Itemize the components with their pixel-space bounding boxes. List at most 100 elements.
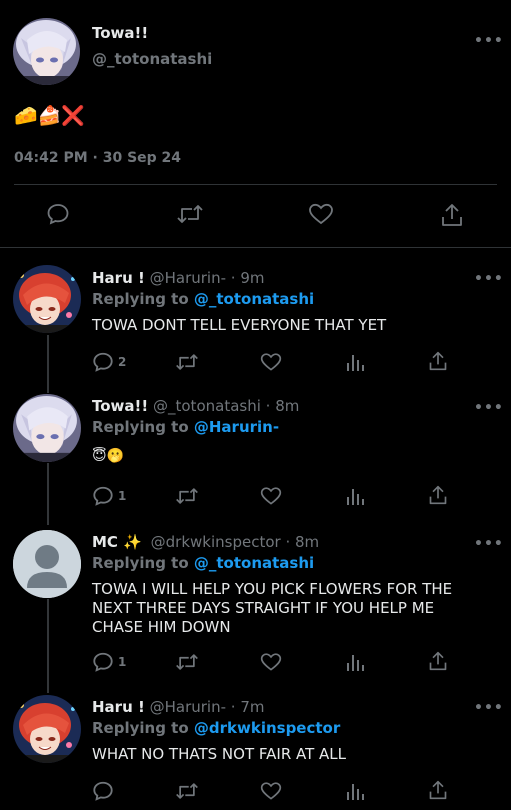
analytics-button[interactable] xyxy=(345,351,365,373)
reply-body: TOWA I WILL HELP YOU PICK FLOWERS FOR TH… xyxy=(92,580,452,637)
tweet-body: 🧀🍰❌ xyxy=(14,105,85,127)
like-button[interactable] xyxy=(308,202,334,226)
reply-time[interactable]: 8m xyxy=(295,533,319,551)
reply-button[interactable] xyxy=(46,202,70,226)
reply-display-name[interactable]: Haru ! xyxy=(92,269,145,287)
reply-handle[interactable]: @drkwkinspector xyxy=(151,533,281,551)
divider xyxy=(0,247,511,248)
thread-line xyxy=(47,599,49,693)
retweet-icon xyxy=(176,354,198,370)
share-button[interactable] xyxy=(428,779,448,801)
reply-handle[interactable]: @_totonatashi xyxy=(153,397,261,415)
heart-icon xyxy=(260,653,282,671)
reply-button[interactable]: 2 xyxy=(92,351,126,373)
separator: · xyxy=(265,397,271,415)
retweet-button[interactable] xyxy=(175,651,199,673)
avatar[interactable] xyxy=(13,265,81,333)
replying-to-handle[interactable]: @_totonatashi xyxy=(194,290,314,308)
like-button[interactable] xyxy=(260,780,282,802)
white-hair-avatar-icon xyxy=(13,18,80,85)
share-icon xyxy=(429,351,447,371)
replying-to-label: Replying to xyxy=(92,418,189,436)
retweet-button[interactable] xyxy=(175,351,199,373)
share-button[interactable] xyxy=(428,484,448,506)
separator: · xyxy=(285,533,291,551)
reply-handle[interactable]: @Harurin- xyxy=(150,269,226,287)
more-options-icon[interactable]: ••• xyxy=(474,700,504,716)
reply-icon xyxy=(93,486,113,506)
author-display-name[interactable]: Towa!! xyxy=(92,24,148,42)
like-button[interactable] xyxy=(260,651,282,673)
heart-icon xyxy=(260,353,282,371)
reply-display-name[interactable]: MC ✨ xyxy=(92,533,142,551)
more-options-icon[interactable]: ••• xyxy=(474,33,504,49)
reply-count: 1 xyxy=(118,655,127,669)
replying-to: Replying to @_totonatashi xyxy=(92,554,314,572)
replying-to-label: Replying to xyxy=(92,719,189,737)
share-button[interactable] xyxy=(428,350,448,372)
replying-to: Replying to @Harurin- xyxy=(92,418,279,436)
retweet-button[interactable] xyxy=(176,202,204,226)
replying-to-label: Replying to xyxy=(92,290,189,308)
replying-to-handle[interactable]: @Harurin- xyxy=(194,418,279,436)
reply-header: Haru ! @Harurin- · 9m xyxy=(92,269,265,287)
retweet-button[interactable] xyxy=(175,485,199,507)
analytics-icon xyxy=(347,784,364,800)
red-hair-avatar-icon xyxy=(13,695,81,763)
analytics-icon xyxy=(347,355,364,371)
retweet-button[interactable] xyxy=(175,780,199,802)
red-hair-avatar-icon xyxy=(13,265,81,333)
replying-to-handle[interactable]: @drkwkinspector xyxy=(194,719,340,737)
tweet-timestamp[interactable]: 04:42 PM · 30 Sep 24 xyxy=(14,150,181,166)
reply-time[interactable]: 8m xyxy=(275,397,299,415)
more-options-icon[interactable]: ••• xyxy=(474,400,504,416)
reply-header: MC ✨ @drkwkinspector · 8m xyxy=(92,533,319,551)
reply-button[interactable]: 1 xyxy=(92,651,126,673)
reply-icon xyxy=(93,781,113,801)
author-handle[interactable]: @_totonatashi xyxy=(92,50,212,68)
replying-to-label: Replying to xyxy=(92,554,189,572)
tweet-date: 30 Sep 24 xyxy=(102,150,182,166)
retweet-icon xyxy=(176,783,198,799)
analytics-button[interactable] xyxy=(345,780,365,802)
reply-body-line: NEXT THREE DAYS STRAIGHT IF YOU HELP ME xyxy=(92,599,435,617)
share-icon xyxy=(429,780,447,800)
avatar[interactable] xyxy=(13,394,81,462)
reply-header: Haru ! @Harurin- · 7m xyxy=(92,698,265,716)
analytics-button[interactable] xyxy=(345,651,365,673)
reply-body-line: TOWA I WILL HELP YOU PICK FLOWERS FOR TH… xyxy=(92,580,453,598)
reply-display-name[interactable]: Towa!! xyxy=(92,397,148,415)
avatar[interactable] xyxy=(13,695,81,763)
reply-display-name[interactable]: Haru ! xyxy=(92,698,145,716)
heart-icon xyxy=(260,487,282,505)
white-hair-avatar-icon xyxy=(13,394,81,462)
reply-body: TOWA DONT TELL EVERYONE THAT YET xyxy=(92,316,387,334)
reply-body-line: CHASE HIM DOWN xyxy=(92,618,231,636)
tweet-time: 04:42 PM xyxy=(14,150,88,166)
replying-to: Replying to @drkwkinspector xyxy=(92,719,340,737)
separator: · xyxy=(230,269,236,287)
share-button[interactable] xyxy=(428,650,448,672)
avatar[interactable] xyxy=(13,530,81,598)
thread-line xyxy=(47,335,49,393)
reply-body: WHAT NO THATS NOT FAIR AT ALL xyxy=(92,745,347,763)
like-button[interactable] xyxy=(260,485,282,507)
analytics-icon xyxy=(347,489,364,505)
reply-time[interactable]: 7m xyxy=(240,698,264,716)
retweet-icon xyxy=(176,654,198,670)
more-options-icon[interactable]: ••• xyxy=(474,271,504,287)
avatar[interactable] xyxy=(13,18,80,85)
reply-button[interactable] xyxy=(92,780,118,802)
default-avatar-icon xyxy=(13,530,81,598)
reply-handle[interactable]: @Harurin- xyxy=(150,698,226,716)
reply-header: Towa!! @_totonatashi · 8m xyxy=(92,397,299,415)
more-options-icon[interactable]: ••• xyxy=(474,536,504,552)
reply-icon xyxy=(47,204,69,225)
replying-to-handle[interactable]: @_totonatashi xyxy=(194,554,314,572)
reply-time[interactable]: 9m xyxy=(240,269,264,287)
analytics-button[interactable] xyxy=(345,485,365,507)
like-button[interactable] xyxy=(260,351,282,373)
analytics-icon xyxy=(347,655,364,671)
reply-button[interactable]: 1 xyxy=(92,485,126,507)
share-button[interactable] xyxy=(440,202,464,228)
